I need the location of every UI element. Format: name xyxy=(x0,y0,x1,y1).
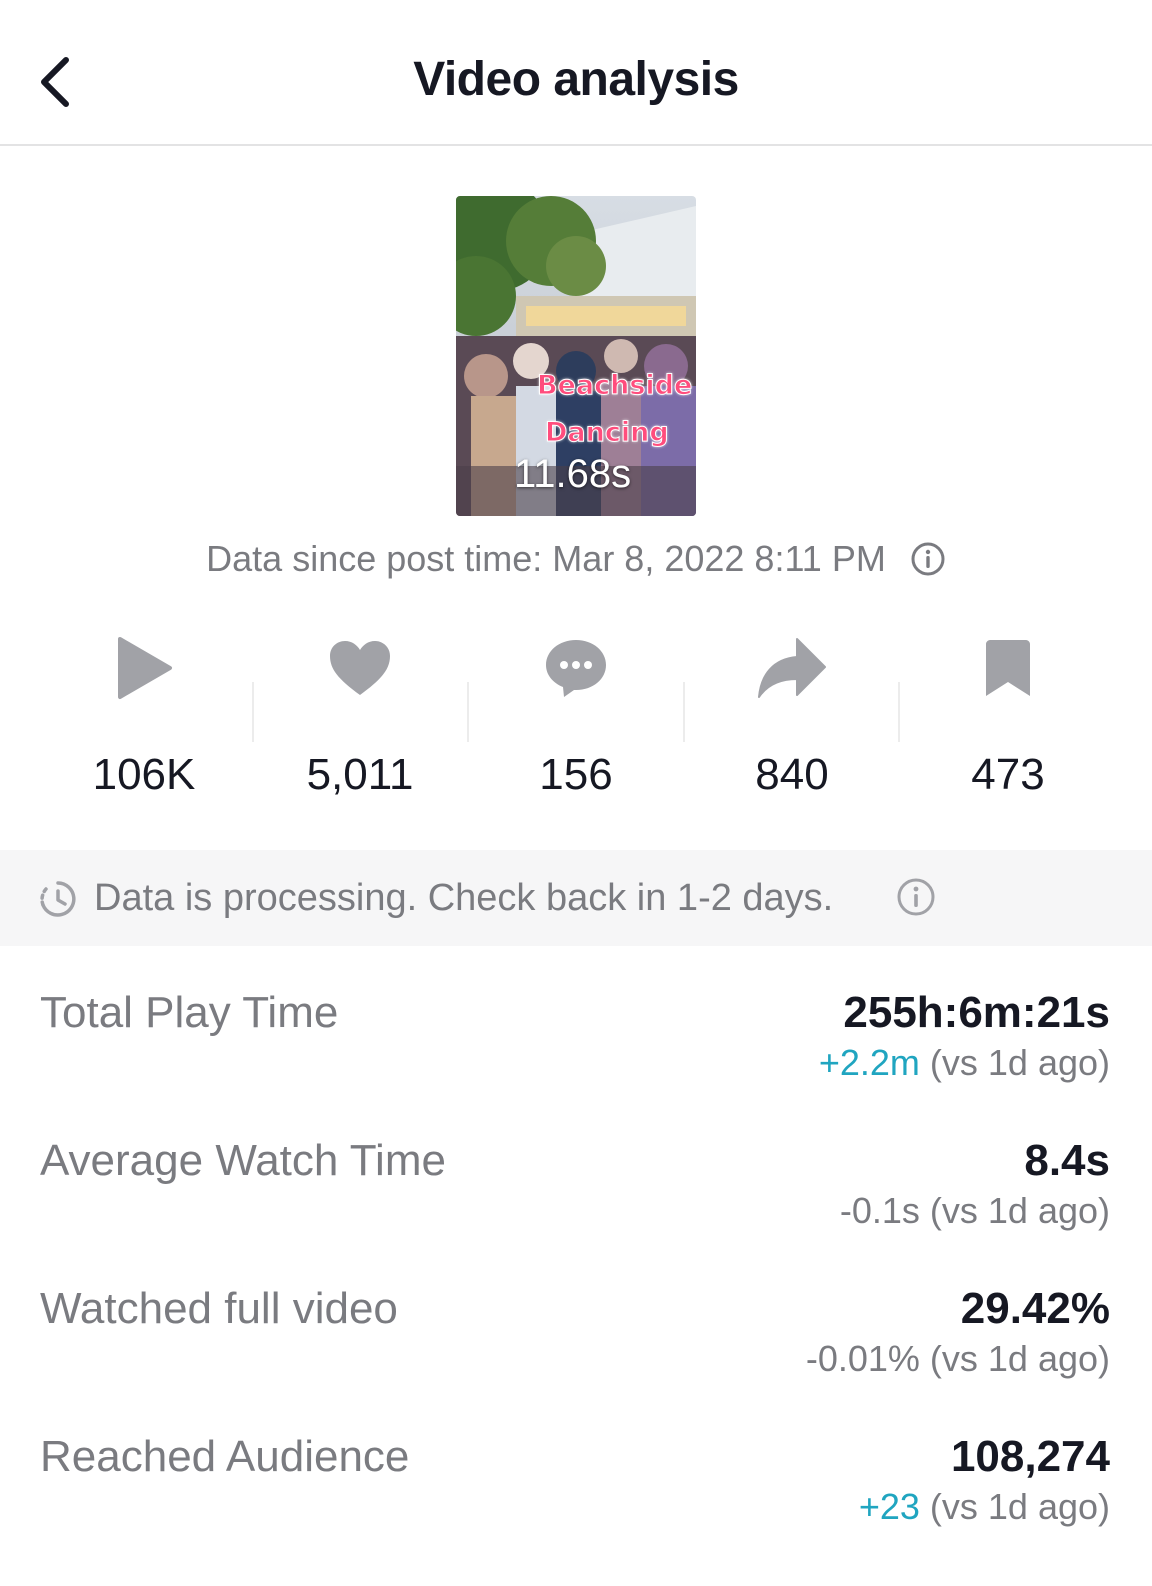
metric-label: Watched full video xyxy=(40,1284,398,1333)
metric-delta-change: -0.1s xyxy=(839,1190,920,1231)
page-title: Video analysis xyxy=(413,53,739,106)
stat-comments: 156 xyxy=(468,628,684,799)
metric-average-watch-time[interactable]: Average Watch Time 8.4s -0.1s (vs 1d ago… xyxy=(0,1136,1152,1284)
metric-reached-audience[interactable]: Reached Audience 108,274 +23 (vs 1d ago) xyxy=(0,1432,1152,1580)
metric-delta-change: +23 xyxy=(858,1486,920,1527)
share-icon xyxy=(758,638,826,698)
stat-likes: 5,011 xyxy=(252,628,468,799)
metric-delta: -0.1s (vs 1d ago) xyxy=(840,1190,1110,1232)
metric-delta-suffix: (vs 1d ago) xyxy=(919,1042,1110,1083)
stat-shares-value: 840 xyxy=(755,750,829,799)
video-duration: 11.68s xyxy=(514,452,632,496)
stat-saves-value: 473 xyxy=(971,750,1045,799)
clock-icon xyxy=(40,881,76,917)
metric-delta-suffix: (vs 1d ago) xyxy=(919,1190,1110,1231)
post-time-text: Data since post time: Mar 8, 2022 8:11 P… xyxy=(206,538,886,579)
engagement-stats: 106K 5,011 156 840 473 xyxy=(36,628,1116,799)
metric-value: 29.42% xyxy=(960,1284,1110,1333)
metric-delta: -0.01% (vs 1d ago) xyxy=(806,1338,1110,1380)
metric-label: Average Watch Time xyxy=(40,1136,446,1185)
heart-icon xyxy=(330,641,390,695)
stat-views: 106K xyxy=(36,628,252,799)
header-bar: Video analysis xyxy=(0,0,1152,146)
metric-value: 108,274 xyxy=(950,1432,1110,1481)
info-icon[interactable] xyxy=(896,877,936,917)
stat-comments-value: 156 xyxy=(539,750,613,799)
post-time-row: Data since post time: Mar 8, 2022 8:11 P… xyxy=(0,538,1152,580)
stat-likes-value: 5,011 xyxy=(306,750,414,799)
metric-delta-change: +2.2m xyxy=(818,1042,920,1083)
metric-watched-full-video[interactable]: Watched full video 29.42% -0.01% (vs 1d … xyxy=(0,1284,1152,1432)
metric-value: 255h:6m:21s xyxy=(843,988,1110,1037)
processing-notice-text: Data is processing. Check back in 1-2 da… xyxy=(94,877,834,919)
stat-divider xyxy=(683,682,685,742)
stat-divider xyxy=(898,682,900,742)
metric-value: 8.4s xyxy=(1024,1136,1110,1185)
stat-divider xyxy=(467,682,469,742)
metric-delta: +23 (vs 1d ago) xyxy=(859,1486,1110,1528)
metric-total-play-time[interactable]: Total Play Time 255h:6m:21s +2.2m (vs 1d… xyxy=(0,988,1152,1136)
stat-shares: 840 xyxy=(684,628,900,799)
metric-delta-change: -0.01% xyxy=(805,1338,920,1379)
comment-icon xyxy=(546,640,606,697)
metric-delta-suffix: (vs 1d ago) xyxy=(919,1338,1110,1379)
metric-label: Total Play Time xyxy=(40,988,339,1037)
metric-delta-suffix: (vs 1d ago) xyxy=(919,1486,1110,1527)
metric-delta: +2.2m (vs 1d ago) xyxy=(819,1042,1110,1084)
processing-notice: Data is processing. Check back in 1-2 da… xyxy=(0,850,1152,946)
video-overlay-subtitle: Dancing xyxy=(545,417,670,449)
bookmark-icon xyxy=(986,640,1030,696)
stat-views-value: 106K xyxy=(92,750,196,799)
play-icon xyxy=(118,637,172,699)
info-icon[interactable] xyxy=(910,541,946,577)
stat-divider xyxy=(252,682,254,742)
metric-label: Reached Audience xyxy=(40,1432,410,1481)
stat-saves: 473 xyxy=(900,628,1116,799)
video-overlay-title: Beachside xyxy=(536,370,693,402)
video-thumbnail[interactable]: Beachside Dancing 11.68s xyxy=(456,196,696,516)
